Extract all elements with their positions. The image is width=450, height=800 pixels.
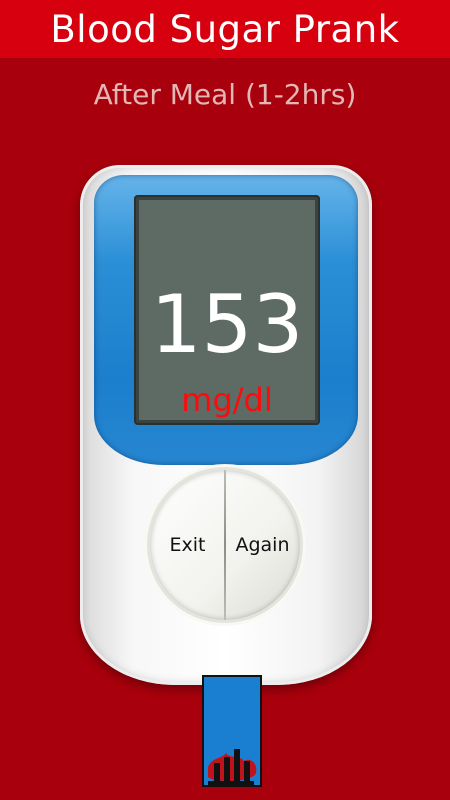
meter-face-panel: 153 mg/dl [94, 175, 358, 465]
exit-button[interactable]: Exit [150, 470, 225, 620]
app-title: Blood Sugar Prank [50, 7, 400, 51]
glucose-reading: 153 [150, 278, 304, 371]
glucose-meter: 153 mg/dl Exit Again [80, 165, 372, 685]
blood-drop-icon [208, 749, 257, 785]
again-button[interactable]: Again [225, 470, 300, 620]
lcd-bezel: 153 mg/dl [134, 195, 320, 425]
test-strip [202, 675, 262, 787]
page-subtitle: After Meal (1-2hrs) [93, 78, 357, 111]
reading-unit: mg/dl [181, 381, 273, 419]
title-bar: Blood Sugar Prank [0, 0, 450, 58]
lcd-screen: 153 mg/dl [139, 200, 315, 420]
meter-buttons: Exit Again [150, 470, 300, 620]
